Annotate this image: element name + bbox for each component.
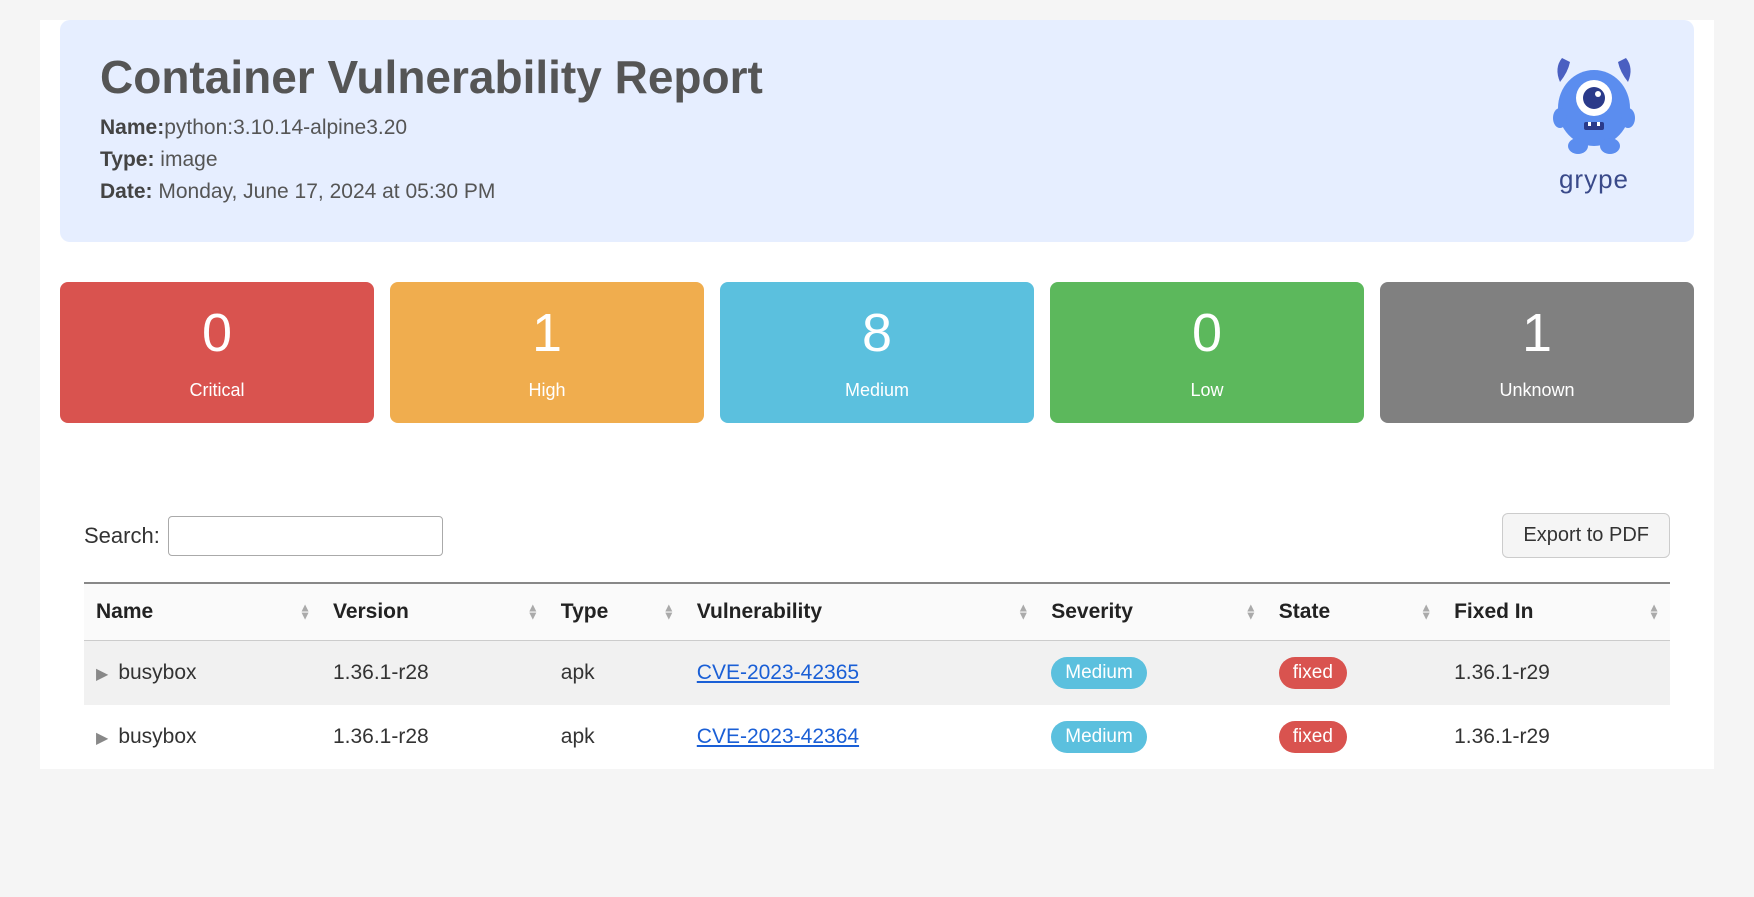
col-version[interactable]: Version▲▼: [321, 583, 549, 641]
col-name[interactable]: Name▲▼: [84, 583, 321, 641]
search-wrap: Search:: [84, 516, 443, 556]
vulnerability-table-section: Search: Export to PDF Name▲▼ Version▲▼ T…: [60, 471, 1694, 769]
cell-version: 1.36.1-r28: [321, 641, 549, 706]
grype-logo: grype: [1544, 50, 1654, 195]
state-badge: fixed: [1279, 657, 1347, 689]
cell-fixed-in: 1.36.1-r29: [1442, 705, 1670, 769]
col-severity[interactable]: Severity▲▼: [1039, 583, 1267, 641]
sort-icon: ▲▼: [1017, 604, 1029, 621]
meta-date: Date: Monday, June 17, 2024 at 05:30 PM: [100, 180, 1544, 204]
meta-type: Type: image: [100, 148, 1544, 172]
severity-badge: Medium: [1051, 657, 1147, 689]
sort-icon: ▲▼: [299, 604, 311, 621]
severity-card-unknown: 1 Unknown: [1380, 282, 1694, 423]
state-badge: fixed: [1279, 721, 1347, 753]
severity-card-critical: 0 Critical: [60, 282, 374, 423]
severity-badge: Medium: [1051, 721, 1147, 753]
cell-version: 1.36.1-r28: [321, 705, 549, 769]
report-header: Container Vulnerability Report Name:pyth…: [60, 20, 1694, 242]
cve-link[interactable]: CVE-2023-42364: [697, 725, 859, 748]
export-pdf-button[interactable]: Export to PDF: [1502, 513, 1670, 558]
severity-card-medium: 8 Medium: [720, 282, 1034, 423]
col-state[interactable]: State▲▼: [1267, 583, 1442, 641]
severity-card-high: 1 High: [390, 282, 704, 423]
expand-icon[interactable]: ▶: [96, 728, 108, 748]
expand-icon[interactable]: ▶: [96, 664, 108, 684]
search-label: Search:: [84, 523, 160, 549]
search-input[interactable]: [168, 516, 443, 556]
cell-name: busybox: [118, 661, 196, 684]
table-row: ▶ busybox 1.36.1-r28 apk CVE-2023-42364 M…: [84, 705, 1670, 769]
cell-fixed-in: 1.36.1-r29: [1442, 641, 1670, 706]
sort-icon: ▲▼: [527, 604, 539, 621]
sort-icon: ▲▼: [663, 604, 675, 621]
cell-name: busybox: [118, 725, 196, 748]
sort-icon: ▲▼: [1420, 604, 1432, 621]
meta-name: Name:python:3.10.14-alpine3.20: [100, 116, 1544, 140]
vulnerability-table: Name▲▼ Version▲▼ Type▲▼ Vulnerability▲▼ …: [84, 582, 1670, 769]
grype-monster-icon: [1544, 50, 1644, 160]
grype-logo-text: grype: [1544, 164, 1644, 195]
sort-icon: ▲▼: [1245, 604, 1257, 621]
sort-icon: ▲▼: [1648, 604, 1660, 621]
page-title: Container Vulnerability Report: [100, 50, 1544, 104]
severity-summary: 0 Critical 1 High 8 Medium 0 Low 1 Unkno…: [60, 262, 1694, 443]
cell-type: apk: [549, 705, 685, 769]
col-type[interactable]: Type▲▼: [549, 583, 685, 641]
cve-link[interactable]: CVE-2023-42365: [697, 661, 859, 684]
col-fixed-in[interactable]: Fixed In▲▼: [1442, 583, 1670, 641]
table-row: ▶ busybox 1.36.1-r28 apk CVE-2023-42365 M…: [84, 641, 1670, 706]
cell-type: apk: [549, 641, 685, 706]
col-vulnerability[interactable]: Vulnerability▲▼: [685, 583, 1039, 641]
severity-card-low: 0 Low: [1050, 282, 1364, 423]
